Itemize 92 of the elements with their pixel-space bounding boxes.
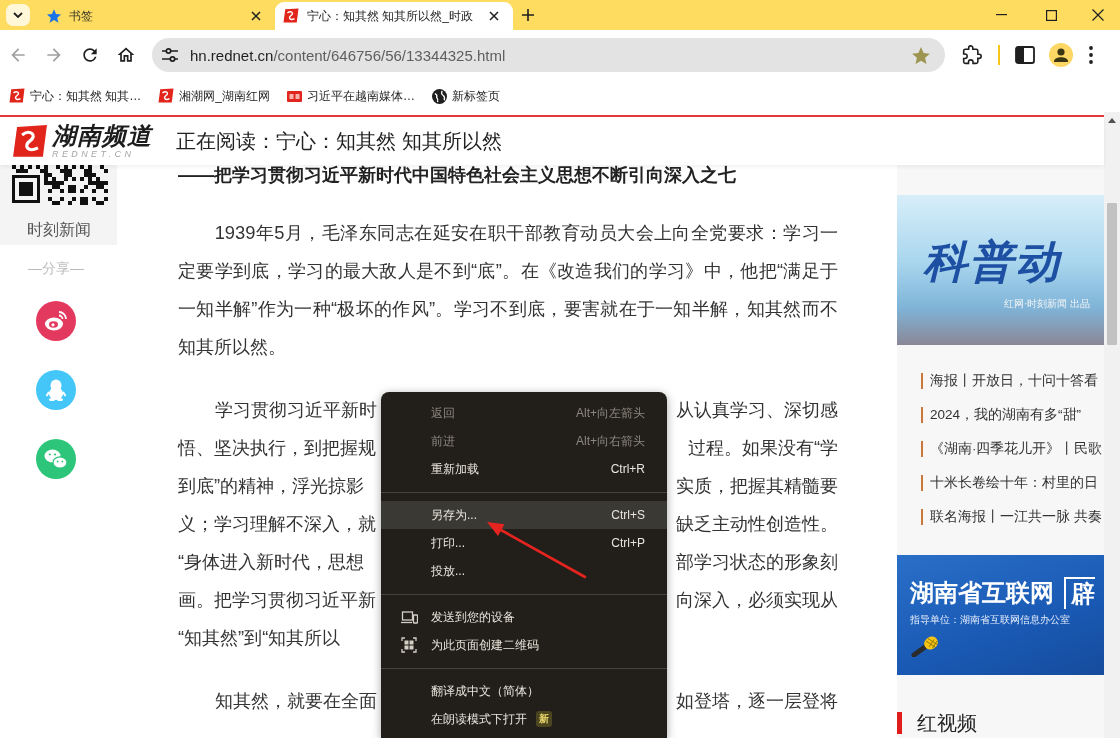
close-icon[interactable] — [489, 11, 499, 21]
paragraph-fragment: 学习贯彻习近平新时 — [214, 398, 377, 422]
shortcut-text: Ctrl+R — [610, 462, 645, 476]
scroll-up-icon[interactable] — [1108, 118, 1116, 123]
news-link[interactable]: 《湖南·四季花儿开》丨民歌 — [921, 432, 1104, 466]
shortcut-text: Alt+向左箭头 — [576, 404, 645, 422]
news-link[interactable]: 联名海报丨一江共一脉 共奏 — [921, 500, 1104, 534]
star-icon[interactable] — [912, 46, 930, 64]
maximize-icon[interactable] — [1046, 9, 1057, 21]
paragraph-fragment: “知其然”到“知其所以 — [178, 626, 341, 650]
banner-credit: 指导单位：湖南省互联网信息办公室 — [910, 613, 1071, 627]
menu-item[interactable]: 重新加载 Ctrl+R — [381, 455, 667, 483]
paragraph-fragment: 部学习状态的形象刻 — [676, 550, 838, 574]
menu-item[interactable]: 打印... Ctrl+P — [381, 529, 667, 557]
scrollbar-track[interactable] — [1104, 112, 1120, 738]
share-label: —分享— — [28, 260, 84, 276]
profile-avatar-icon[interactable] — [1049, 43, 1073, 67]
qr-caption: 时刻新闻 — [26, 220, 91, 240]
article-subtitle: ——把学习贯彻习近平新时代中国特色社会主义思想不断引向深入之七 — [178, 165, 737, 185]
news-badge-icon — [287, 90, 303, 102]
paragraph-fragment: 向深入，必须实现从 — [676, 588, 838, 612]
bar-marker-icon — [921, 407, 923, 423]
news-link[interactable]: 海报丨开放日，十问十答看 — [921, 364, 1104, 398]
logo-icon — [12, 124, 48, 158]
menu-item[interactable]: 为此页面创建二维码 — [381, 631, 667, 659]
bar-marker-icon — [921, 373, 923, 389]
reload-icon[interactable] — [80, 45, 100, 65]
new-badge: 新 — [536, 711, 552, 727]
menu-item[interactable]: 在朗读模式下打开 新 — [381, 705, 667, 733]
paragraph-fragment: 实质，把握其精髓要 — [676, 474, 838, 498]
menu-item[interactable]: 投放... — [381, 557, 667, 585]
bar-marker-icon — [921, 441, 923, 457]
menu-item[interactable]: 发送到您的设备 — [381, 603, 667, 631]
globe-icon — [432, 88, 448, 104]
minimize-icon[interactable] — [996, 14, 1007, 16]
menu-item[interactable]: 另存为... Ctrl+S — [381, 501, 667, 529]
paragraph-fragment: 义；学习理解不深入，就 — [178, 512, 376, 536]
paragraph-fragment: “身体进入新时代，思想 — [178, 550, 365, 574]
news-link[interactable]: 十米长卷绘十年：村里的日 — [921, 466, 1104, 500]
browser-tab[interactable]: 宁心：知其然 知其所以然_时政 — [275, 2, 513, 30]
bookmark-item[interactable]: 宁心：知其然 知其… — [3, 83, 148, 109]
bookmark-item[interactable]: 湘潮网_湖南红网 — [152, 83, 277, 109]
browser-tab[interactable]: 书签 — [36, 2, 270, 30]
banner-tag: 辟 — [1064, 577, 1095, 609]
paragraph-fragment: 画。把学习贯彻习近平新 — [178, 588, 376, 612]
devices-icon — [401, 610, 418, 624]
paragraph-fragment: 悟、坚决执行，到把握规 — [178, 436, 376, 460]
reading-title: 正在阅读：宁心：知其然 知其所以然 — [176, 128, 502, 154]
section-title: 红视频 — [917, 710, 977, 736]
bar-marker-icon — [897, 712, 902, 734]
menu-item[interactable]: 翻译成中文（简体） — [381, 677, 667, 705]
bar-marker-icon — [921, 475, 923, 491]
side-panel-icon[interactable] — [1015, 46, 1035, 64]
shortcut-text: Alt+向右箭头 — [576, 432, 645, 450]
article-paragraph: 1939年5月，毛泽东同志在延安在职干部教育动员大会上向全党要求：学习一定要学到底，学习的最大敌人是不到“底”。在《改造我们的学习》中，他把“满足于一知半解”作为一种“极坏的作风”。学习不到底，要害就在于一知半解，知其然而不知其所以然。 — [178, 221, 838, 359]
home-icon[interactable] — [116, 45, 136, 65]
close-icon[interactable] — [251, 11, 261, 21]
promo-banner[interactable]: 湖南省互联网 辟 指导单位：湖南省互联网信息办公室 — [897, 555, 1104, 675]
promo-banner[interactable]: 科普动 红网·时刻新闻 出品 — [897, 195, 1104, 345]
scrollbar-thumb[interactable] — [1107, 203, 1117, 345]
paragraph-fragment: 缺乏主动性创造性。 — [676, 512, 838, 536]
address-field[interactable]: hn.rednet.cn/content/646756/56/13344325.html — [152, 38, 945, 72]
star-icon — [47, 9, 61, 23]
paragraph-fragment: 过程。如果没有“学 — [687, 436, 838, 460]
logo-icon — [158, 88, 175, 104]
paragraph-fragment: 如登塔，逐一层登将 — [676, 689, 838, 713]
qr-code-icon — [401, 637, 417, 653]
logo-icon — [9, 88, 25, 104]
shortcut-text: Ctrl+P — [611, 536, 645, 550]
puzzle-icon[interactable] — [962, 45, 982, 65]
bar-marker-icon — [921, 509, 923, 525]
tab-search-button[interactable] — [6, 4, 30, 26]
kebab-menu-icon[interactable] — [1089, 46, 1093, 64]
bookmark-item[interactable]: 新标签页 — [426, 83, 507, 109]
qr-code-icon — [9, 165, 108, 205]
bookmark-item[interactable]: 习近平在越南媒体… — [281, 83, 422, 109]
tune-icon[interactable] — [161, 47, 179, 63]
banner-title: 科普动 — [923, 236, 1064, 288]
weibo-icon[interactable] — [36, 301, 76, 341]
logo-title: 湖南频道 — [52, 123, 152, 149]
paragraph-fragment: 从认真学习、深切感 — [676, 398, 838, 422]
paragraph-fragment: 到底”的精神，浮光掠影 — [178, 474, 365, 498]
shortcut-text: Ctrl+S — [611, 508, 645, 522]
logo-subtitle: REDNET.CN — [52, 149, 136, 159]
paragraph-fragment: 知其然，就要在全面 — [214, 689, 377, 713]
banner-title: 湖南省互联网 — [910, 578, 1054, 608]
close-icon[interactable] — [1092, 9, 1104, 21]
plus-icon[interactable] — [522, 9, 534, 21]
news-link[interactable]: 2024，我的湖南有多“甜” — [921, 398, 1104, 432]
banner-credit: 红网·时刻新闻 出品 — [1003, 297, 1090, 311]
logo-icon — [283, 8, 299, 24]
chevron-down-icon — [13, 12, 23, 18]
